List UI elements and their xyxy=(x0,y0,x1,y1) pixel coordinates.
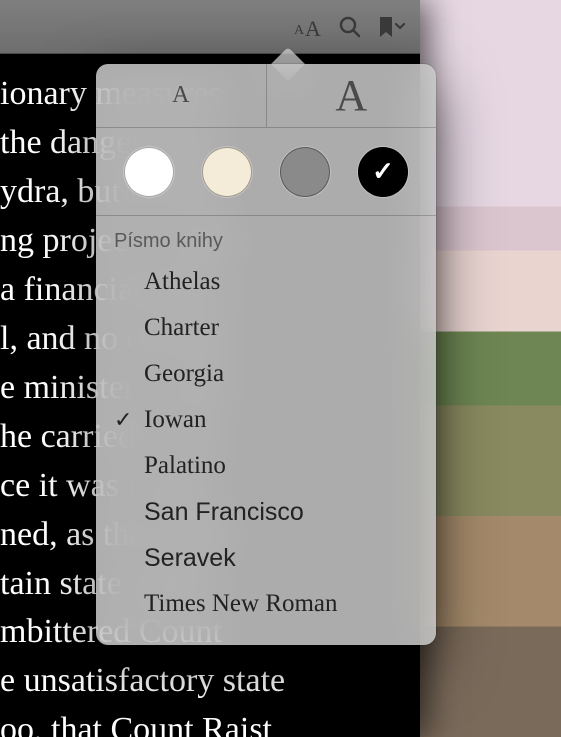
font-option-label: San Francisco xyxy=(144,498,418,527)
theme-gray-button[interactable] xyxy=(280,147,330,197)
font-size-row: A A xyxy=(96,64,436,128)
font-option-label: Athelas xyxy=(144,268,418,296)
font-option[interactable]: Georgia xyxy=(96,351,436,397)
font-option-label: Iowan xyxy=(144,406,418,434)
font-option[interactable]: Athelas xyxy=(96,259,436,305)
theme-white-button[interactable] xyxy=(124,147,174,197)
theme-black-button[interactable]: ✓ xyxy=(358,147,408,197)
svg-text:A: A xyxy=(305,16,321,40)
increase-font-button[interactable]: A xyxy=(266,64,437,127)
titlebar: A A xyxy=(0,0,420,54)
appearance-icon[interactable]: A A xyxy=(288,14,324,40)
font-option-label: Charter xyxy=(144,314,418,342)
font-option[interactable]: Palatino xyxy=(96,443,436,489)
font-option-label: Palatino xyxy=(144,452,418,480)
font-option-label: Georgia xyxy=(144,360,418,388)
theme-row: ✓ xyxy=(96,128,436,216)
font-section: Písmo knihy AthelasCharterGeorgia✓IowanP… xyxy=(96,216,436,645)
bookmark-icon[interactable] xyxy=(376,15,406,39)
font-option[interactable]: Times New Roman xyxy=(96,581,436,627)
font-option[interactable]: Charter xyxy=(96,305,436,351)
font-option-label: Seravek xyxy=(144,544,418,573)
search-icon[interactable] xyxy=(338,15,362,39)
font-option[interactable]: Seravek xyxy=(96,535,436,581)
svg-text:A: A xyxy=(294,23,305,38)
appearance-popover: A A ✓ Písmo knihy AthelasCharterGeorgia✓… xyxy=(96,64,436,645)
font-section-header: Písmo knihy xyxy=(96,230,436,259)
font-option-label: Times New Roman xyxy=(144,590,418,618)
theme-sepia-button[interactable] xyxy=(202,147,252,197)
font-option[interactable]: ✓Iowan xyxy=(96,397,436,443)
checkmark-icon: ✓ xyxy=(114,407,144,433)
font-list: AthelasCharterGeorgia✓IowanPalatinoSan F… xyxy=(96,259,436,627)
checkmark-icon: ✓ xyxy=(372,156,394,187)
font-option[interactable]: San Francisco xyxy=(96,489,436,535)
decrease-font-button[interactable]: A xyxy=(96,64,266,127)
